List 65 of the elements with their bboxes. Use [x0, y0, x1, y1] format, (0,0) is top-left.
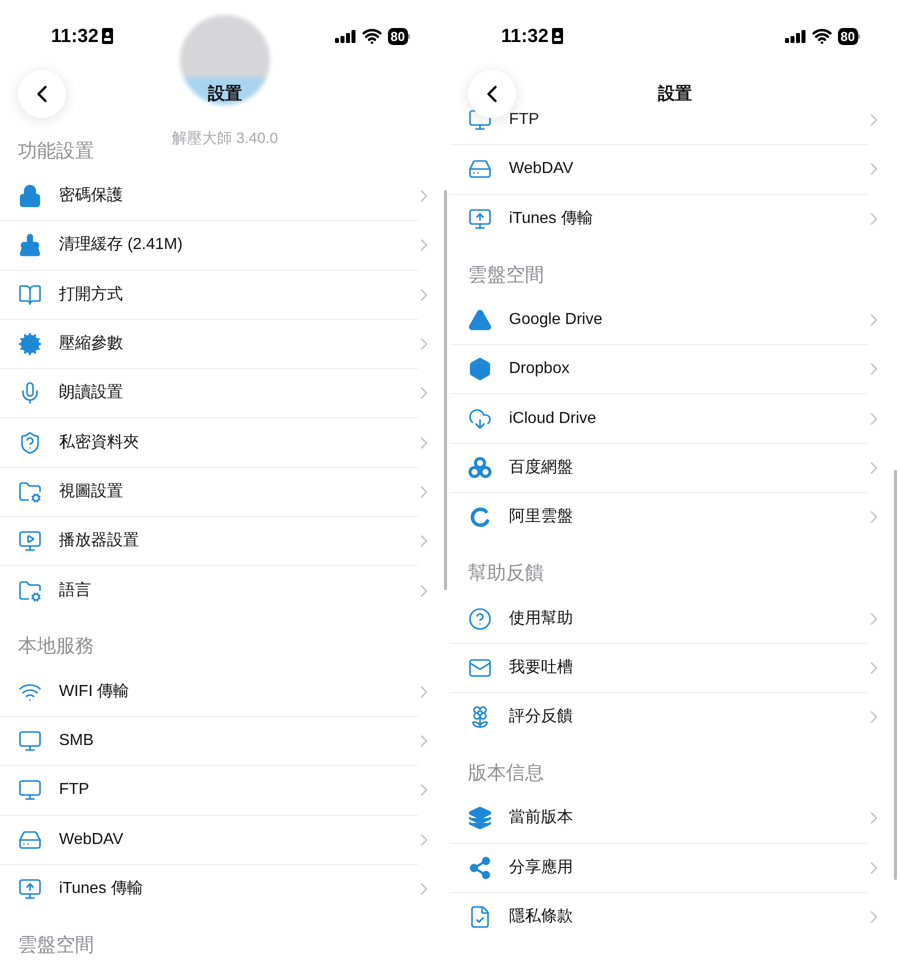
- settings-item[interactable]: 使用幫助: [450, 594, 900, 643]
- settings-item[interactable]: SMB: [0, 716, 450, 766]
- settings-item[interactable]: 壓縮參數: [0, 320, 450, 368]
- settings-item[interactable]: 視圖設置: [0, 468, 450, 516]
- settings-item[interactable]: Dropbox: [450, 345, 900, 394]
- monitor-icon: [18, 778, 42, 802]
- settings-item[interactable]: 語言: [0, 566, 450, 615]
- battery: 80: [838, 28, 860, 44]
- cloud-download-icon: [468, 406, 492, 431]
- broom-icon: [18, 233, 42, 258]
- signal-icon: [334, 30, 356, 42]
- wifi-status-icon: [812, 26, 832, 46]
- section-header: 功能設置: [18, 140, 94, 164]
- settings-item[interactable]: WebDAV: [450, 145, 900, 194]
- settings-item[interactable]: 阿里雲盤: [450, 493, 900, 542]
- screen-title: 設置: [208, 83, 242, 106]
- section-header: 幫助反饋: [468, 562, 544, 586]
- settings-item[interactable]: iCloud Drive: [450, 394, 900, 443]
- settings-item[interactable]: 朗讀設置: [0, 369, 450, 418]
- document-icon: [468, 905, 492, 929]
- folder-gear-icon: [18, 480, 42, 504]
- shield-icon: [18, 430, 42, 455]
- monitor-icon: [468, 108, 492, 132]
- focus-icon: [552, 28, 563, 44]
- section-header: 雲盤空間: [468, 264, 544, 288]
- signal-icon: [784, 30, 806, 42]
- settings-item[interactable]: 分享應用: [450, 844, 900, 892]
- settings-item[interactable]: 我要吐槽: [450, 644, 900, 692]
- wifi-status-icon: [362, 26, 382, 46]
- settings-item[interactable]: FTP: [0, 766, 450, 815]
- settings-item[interactable]: iTunes 傳輸: [0, 864, 450, 914]
- layers-icon: [468, 806, 492, 830]
- folder-gear-icon: [18, 578, 42, 603]
- back-button[interactable]: [18, 70, 66, 118]
- status-time: 11:32: [501, 26, 549, 46]
- focus-icon: [102, 28, 113, 44]
- rings-icon: [468, 456, 492, 480]
- open-book-icon: [18, 282, 42, 307]
- app-version: 解壓大師 3.40.0: [172, 129, 278, 148]
- help-icon: [468, 606, 492, 631]
- monitor-icon: [18, 729, 42, 754]
- section-header: 本地服務: [18, 635, 94, 660]
- settings-item[interactable]: 清理緩存 (2.41M): [0, 221, 450, 270]
- settings-item[interactable]: WIFI 傳輸: [0, 668, 450, 716]
- settings-item[interactable]: iTunes 傳輸: [450, 194, 900, 243]
- settings-item[interactable]: 評分反饋: [450, 692, 900, 742]
- screen-title: 設置: [658, 83, 692, 106]
- battery: 80: [388, 28, 410, 44]
- ring-icon: [468, 505, 492, 530]
- settings-item[interactable]: 播放器設置: [0, 517, 450, 566]
- settings-item[interactable]: 打開方式: [0, 270, 450, 319]
- status-time: 11:32: [51, 26, 99, 46]
- section-header: 雲盤空間: [18, 934, 94, 958]
- settings-item[interactable]: WebDAV: [0, 816, 450, 864]
- settings-item[interactable]: 隱私條款: [450, 892, 900, 942]
- settings-item[interactable]: 百度網盤: [450, 444, 900, 492]
- section-header: 版本信息: [468, 762, 544, 786]
- share-icon: [468, 856, 492, 880]
- gear-icon: [18, 332, 42, 356]
- settings-item[interactable]: 當前版本: [450, 794, 900, 843]
- settings-item[interactable]: 私密資料夾: [0, 418, 450, 467]
- lock-icon: [18, 184, 42, 208]
- settings-item[interactable]: 密碼保護: [0, 172, 450, 220]
- settings-item[interactable]: Google Drive: [450, 296, 900, 344]
- triangle-icon: [468, 308, 492, 332]
